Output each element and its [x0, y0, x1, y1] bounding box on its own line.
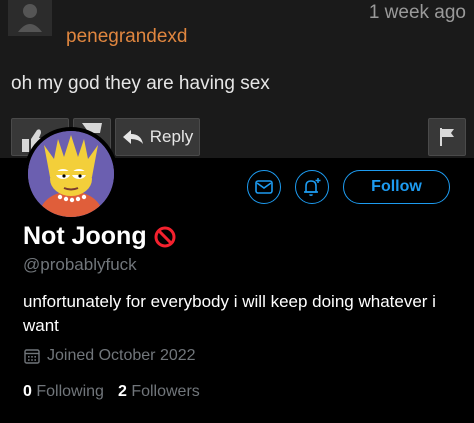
flag-button[interactable]: [428, 118, 466, 156]
join-date: Joined October 2022: [23, 347, 196, 365]
user-handle: @probablyfuck: [23, 255, 137, 274]
display-name: Not Joong: [23, 222, 147, 250]
flag-icon: [440, 128, 454, 146]
reply-button[interactable]: Reply: [115, 118, 200, 156]
message-button[interactable]: [247, 170, 281, 204]
follow-stats: 0 Following 2 Followers: [23, 383, 200, 401]
prohibited-icon: [154, 226, 176, 247]
followers-link[interactable]: 2 Followers: [118, 383, 200, 401]
followers-count: 2: [117, 383, 127, 400]
profile-avatar[interactable]: [24, 127, 118, 221]
profile-bio: unfortunately for everybody i will keep …: [23, 292, 436, 335]
comment-username[interactable]: penegrandexd: [66, 26, 188, 48]
name-row: Not Joong: [23, 222, 177, 251]
reply-arrow-icon: [122, 130, 143, 144]
follow-button[interactable]: Follow: [343, 170, 450, 204]
followers-label: Followers: [131, 383, 200, 400]
mail-icon: [255, 180, 273, 194]
following-label: Following: [36, 383, 104, 400]
notification-bell-icon: [304, 178, 321, 196]
default-user-icon: [18, 4, 42, 32]
join-date-text: Joined October 2022: [47, 347, 196, 364]
comment-avatar[interactable]: [8, 0, 52, 36]
notifications-button[interactable]: [295, 170, 329, 204]
following-link[interactable]: 0 Following: [23, 383, 104, 401]
cartoon-character-avatar-image: [28, 131, 114, 217]
comment-text: oh my god they are having sex: [11, 73, 270, 94]
comment-timestamp: 1 week ago: [368, 2, 466, 23]
following-count: 0: [23, 383, 32, 400]
reply-label: Reply: [149, 127, 194, 146]
calendar-icon: [24, 349, 40, 364]
